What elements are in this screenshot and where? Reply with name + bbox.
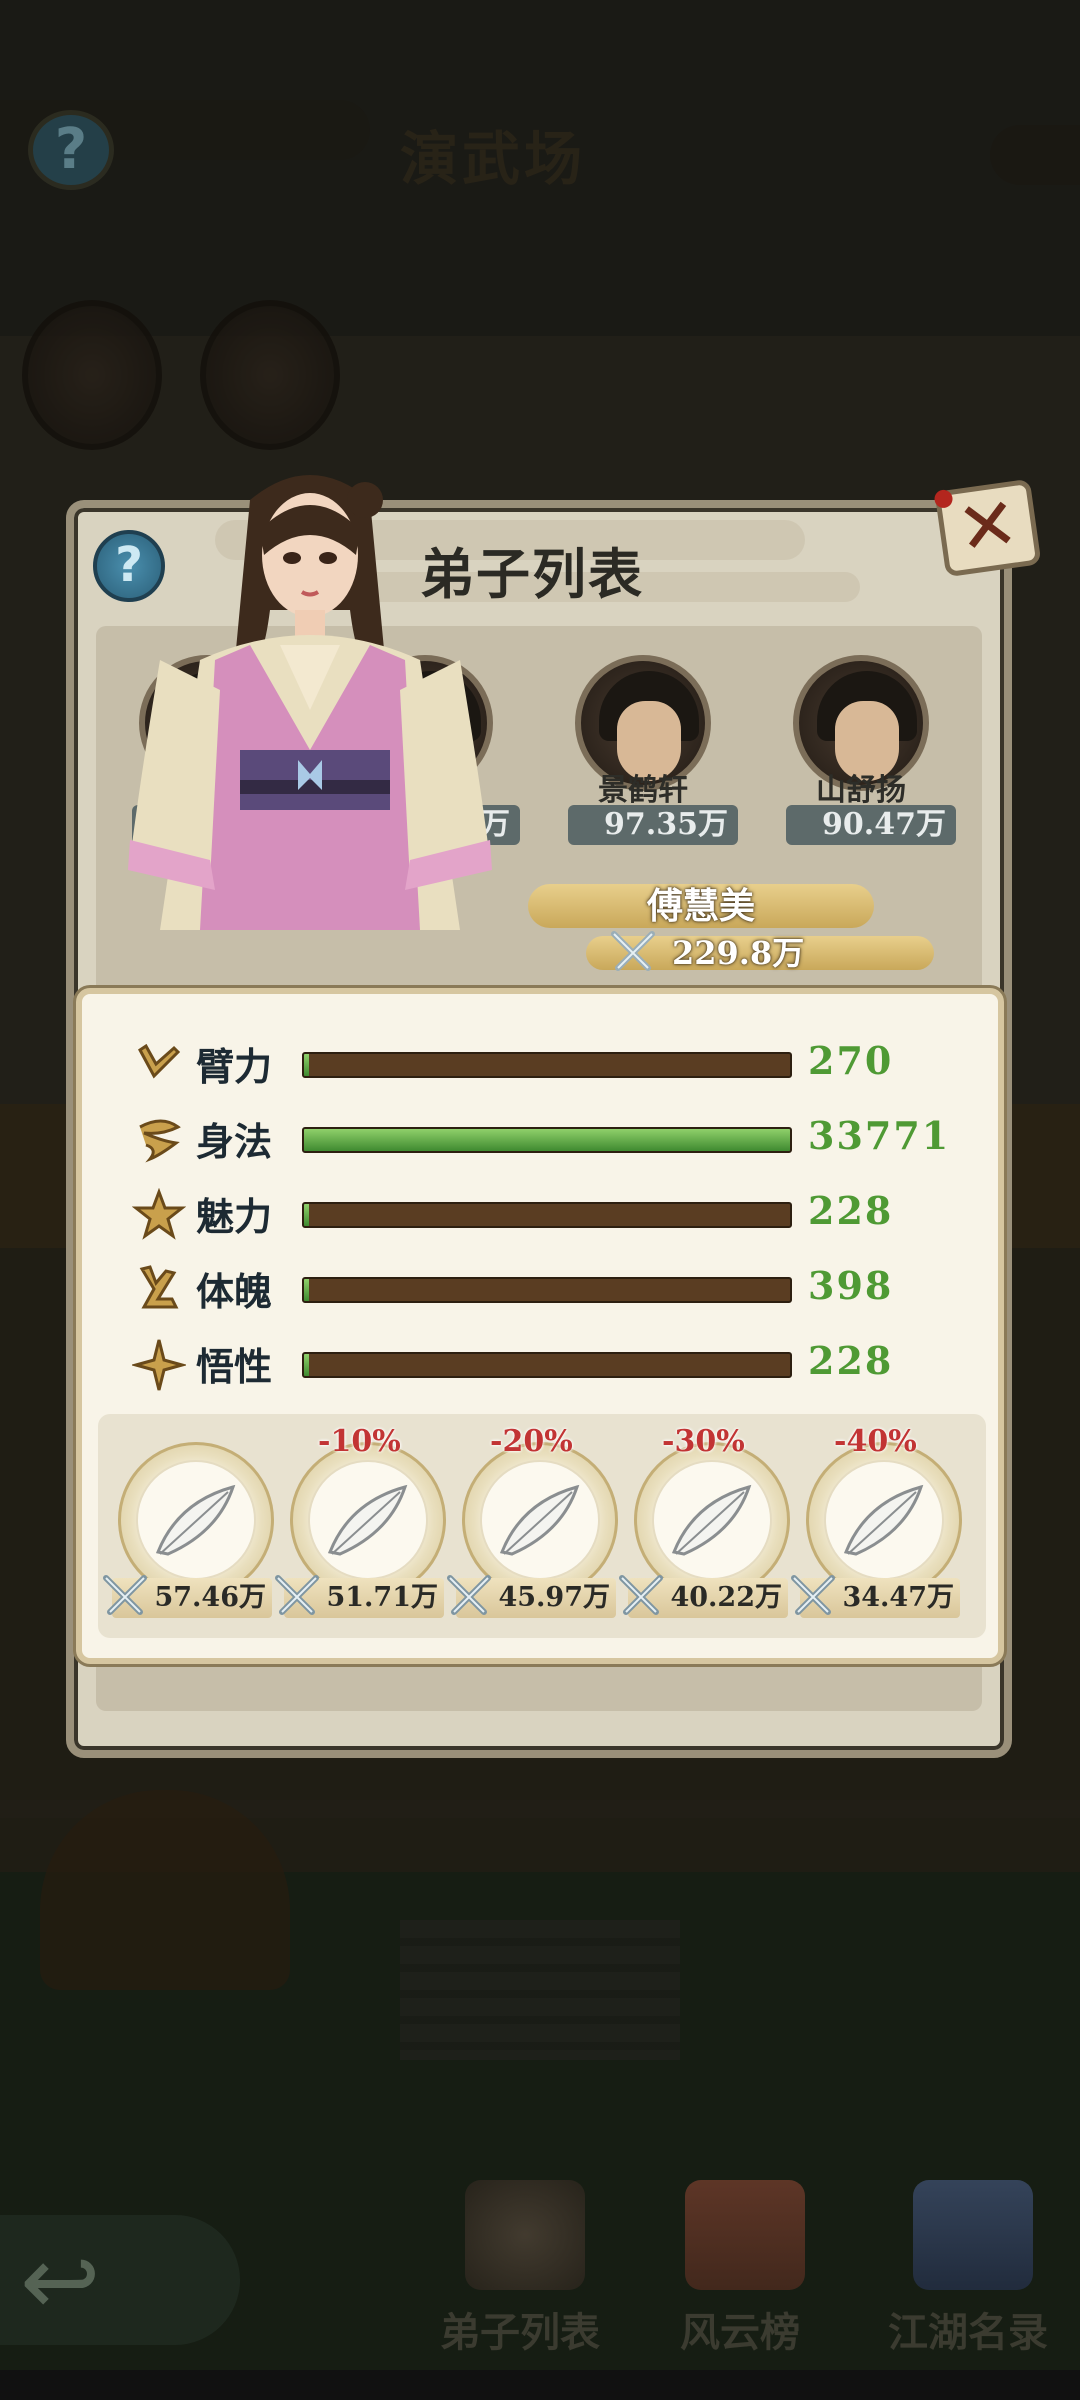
tier-strip: 57.46万 -10% 51.71万 -20% 45.97万 -30% 40.2… (98, 1414, 986, 1638)
nav-label: 江湖名录 (888, 2309, 1048, 2356)
stat-value: 398 (808, 1263, 894, 1308)
character-portrait (128, 475, 492, 930)
charm-star-icon (132, 1188, 186, 1240)
help-icon[interactable]: ? (28, 110, 114, 190)
disciple-power: 90.47万 (786, 805, 956, 845)
stat-bar-fill (304, 1204, 309, 1226)
feather-icon (480, 1460, 600, 1580)
crossed-swords-icon (791, 1575, 835, 1615)
system-nav-bar (0, 2370, 1080, 2400)
stat-row-arm: 臂力 270 (132, 1034, 972, 1094)
physique-icon (139, 1265, 179, 1309)
nav-ranking[interactable]: 风云榜 (640, 2180, 840, 2360)
stat-bar-fill (304, 1354, 309, 1376)
stat-row-agility: 身法 33771 (132, 1109, 972, 1169)
stat-bar (302, 1277, 792, 1303)
disciple-icon (465, 2180, 585, 2290)
book-icon (913, 2180, 1033, 2290)
nav-label: 风云榜 (680, 2309, 800, 2356)
tier-item[interactable]: -20% 45.97万 (447, 1424, 618, 1628)
feather-icon (136, 1460, 256, 1580)
stat-label: 魅力 (196, 1194, 273, 1239)
stat-value: 270 (808, 1038, 894, 1083)
stat-label: 身法 (196, 1119, 273, 1164)
stat-label: 体魄 (196, 1269, 273, 1314)
agility-icon (139, 1119, 181, 1163)
crossed-swords-icon (619, 1575, 663, 1615)
stats-panel: 臂力 270 身法 33771 魅力 228 体魄 398 悟性 228 57.… (76, 988, 1004, 1664)
power-value: 229.8万 (672, 934, 805, 972)
pin-icon (933, 488, 954, 510)
crossed-swords-icon (103, 1575, 147, 1615)
back-button[interactable]: ↩ (0, 2215, 240, 2345)
stat-bar (302, 1202, 792, 1228)
tier-discount: -10% (318, 1424, 401, 1459)
tier-discount: -30% (662, 1424, 745, 1459)
disciple-name: 山舒扬 (816, 773, 906, 808)
stat-value: 228 (808, 1188, 894, 1233)
stat-bar-fill (304, 1054, 309, 1076)
feather-icon (824, 1460, 944, 1580)
tier-item[interactable]: -10% 51.71万 (275, 1424, 446, 1628)
nav-directory[interactable]: 江湖名录 (868, 2180, 1068, 2360)
feather-icon (308, 1460, 428, 1580)
stat-value: 33771 (808, 1113, 951, 1158)
close-icon: ✕ (951, 480, 1024, 572)
feather-icon (652, 1460, 772, 1580)
tier-item[interactable]: 57.46万 (103, 1428, 274, 1628)
selected-power: 229.8万 (586, 931, 934, 972)
ranking-scroll-icon (685, 2180, 805, 2290)
stat-bar (302, 1352, 792, 1378)
disciple-power: 97.35万 (568, 805, 738, 845)
disciple-name: 景鹤轩 (598, 773, 688, 808)
stat-row-insight: 悟性 228 (132, 1334, 972, 1394)
stat-bar (302, 1127, 792, 1153)
tier-item[interactable]: -40% 34.47万 (791, 1424, 962, 1628)
close-button[interactable]: ✕ (933, 478, 1042, 578)
stat-bar-fill (304, 1129, 790, 1151)
stat-value: 228 (808, 1338, 894, 1383)
crossed-swords-icon (447, 1575, 491, 1615)
nav-disciple-list[interactable]: 弟子列表 (420, 2180, 620, 2360)
stat-row-charm: 魅力 228 (132, 1184, 972, 1244)
crossed-swords-icon (275, 1575, 319, 1615)
insight-star-icon (132, 1339, 186, 1391)
stat-bar (302, 1052, 792, 1078)
stat-row-physique: 体魄 398 (132, 1259, 972, 1319)
disciple-card[interactable]: 山舒扬 90.47万 (786, 655, 956, 845)
tier-item[interactable]: -30% 40.22万 (619, 1424, 790, 1628)
stat-label: 悟性 (196, 1344, 273, 1389)
back-arrow-icon: ↩ (20, 2225, 101, 2337)
stat-label: 臂力 (196, 1044, 273, 1089)
nav-label: 弟子列表 (440, 2309, 600, 2356)
crossed-swords-icon (611, 931, 655, 971)
arm-icon (138, 1043, 181, 1079)
tier-discount: -20% (490, 1424, 573, 1459)
tier-discount: -40% (834, 1424, 917, 1459)
page-title: 演武场 (400, 125, 587, 193)
stat-bar-fill (304, 1279, 309, 1301)
selected-name: 傅慧美 (528, 884, 874, 928)
disciple-card[interactable]: 景鹤轩 97.35万 (568, 655, 738, 845)
